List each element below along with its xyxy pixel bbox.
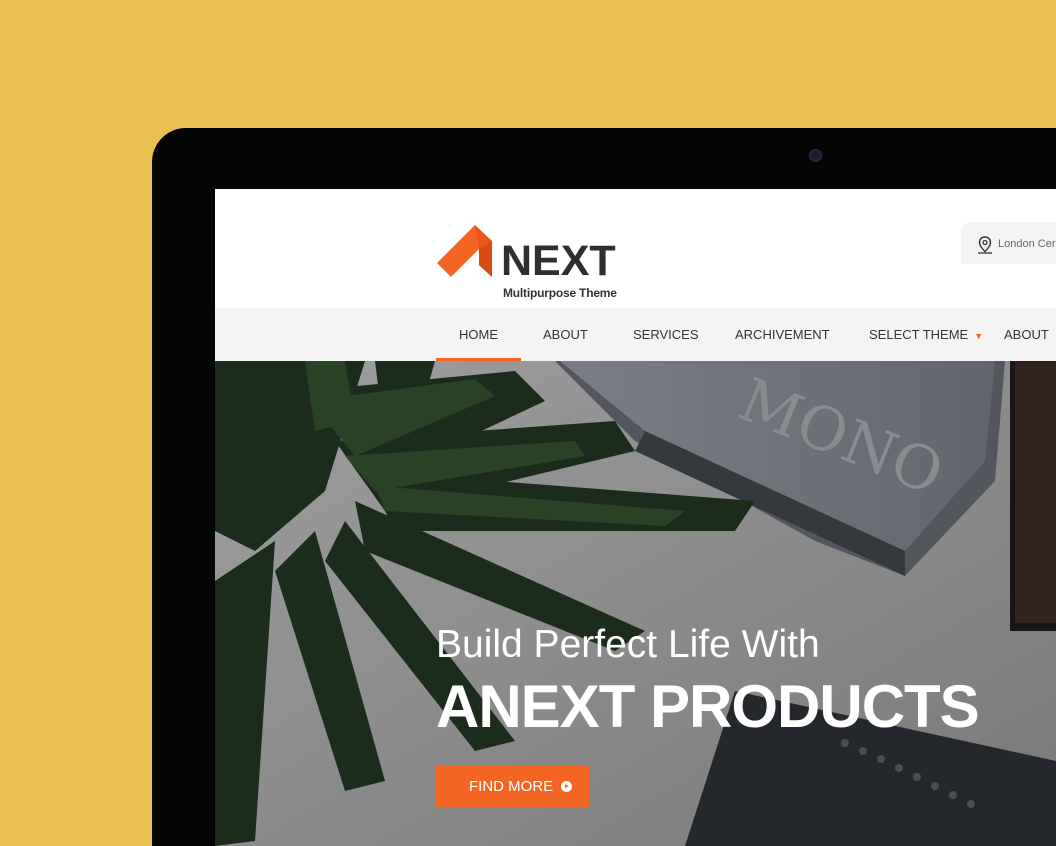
hero-subtitle: Build Perfect Life With xyxy=(436,623,820,666)
dropdown-caret-icon: ▼ xyxy=(974,331,984,341)
nav-item-label: ABOUT xyxy=(1004,327,1049,342)
nav-item-home[interactable]: HOME xyxy=(436,308,521,361)
nav-item-services[interactable]: SERVICES xyxy=(633,308,699,361)
nav-item-label: ARCHIVEMENT xyxy=(735,327,830,342)
hero-background-image: MONO xyxy=(215,361,1056,846)
nav-item-about-2[interactable]: ABOUT xyxy=(1004,308,1049,361)
site-logo[interactable]: NEXT Multipurpose Theme xyxy=(435,211,635,300)
nav-item-label: HOME xyxy=(459,327,498,342)
location-box[interactable]: London Cer xyxy=(961,222,1056,264)
logo-wordmark: NEXT xyxy=(501,237,616,285)
nav-item-select-theme[interactable]: SELECT THEME ▼ xyxy=(869,308,983,361)
location-text: London Cer xyxy=(998,238,1056,250)
hero-section: MONO Build Perfect Life With ANEXT PRODU… xyxy=(215,361,1056,846)
website-screen: NEXT Multipurpose Theme London Cer HOME … xyxy=(215,189,1056,846)
site-header: NEXT Multipurpose Theme London Cer xyxy=(215,189,1056,308)
find-more-label: FIND MORE xyxy=(469,778,554,795)
find-more-button[interactable]: FIND MORE xyxy=(436,766,589,807)
play-circle-icon xyxy=(561,781,572,792)
nav-item-label: SERVICES xyxy=(633,327,699,342)
nav-item-label: ABOUT xyxy=(543,327,588,342)
main-nav: HOME ABOUT SERVICES ARCHIVEMENT SELECT T… xyxy=(215,308,1056,361)
nav-item-label: SELECT THEME xyxy=(869,327,969,342)
webcam-icon xyxy=(809,149,822,162)
nav-item-archivement[interactable]: ARCHIVEMENT xyxy=(735,308,830,361)
map-pin-icon xyxy=(978,236,992,254)
logo-tagline: Multipurpose Theme xyxy=(503,286,617,300)
hero-title: ANEXT PRODUCTS xyxy=(436,673,980,740)
logo-mark-icon xyxy=(437,225,492,277)
nav-item-about[interactable]: ABOUT xyxy=(543,308,588,361)
